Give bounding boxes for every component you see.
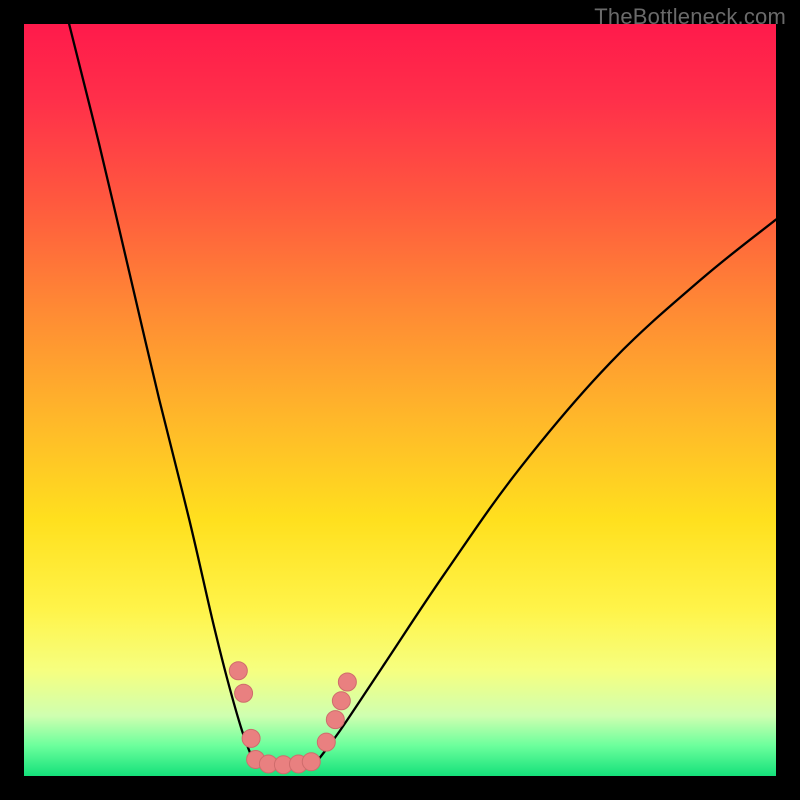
data-marker <box>332 692 350 710</box>
data-markers <box>229 662 356 774</box>
data-marker <box>326 711 344 729</box>
data-marker <box>242 729 260 747</box>
left-curve <box>69 24 253 761</box>
right-curve <box>317 220 776 761</box>
plot-area <box>24 24 776 776</box>
data-marker <box>235 684 253 702</box>
data-marker <box>302 753 320 771</box>
data-marker <box>229 662 247 680</box>
data-marker <box>317 733 335 751</box>
watermark-text: TheBottleneck.com <box>594 4 786 30</box>
outer-frame: TheBottleneck.com <box>0 0 800 800</box>
data-marker <box>338 673 356 691</box>
curve-layer <box>24 24 776 776</box>
